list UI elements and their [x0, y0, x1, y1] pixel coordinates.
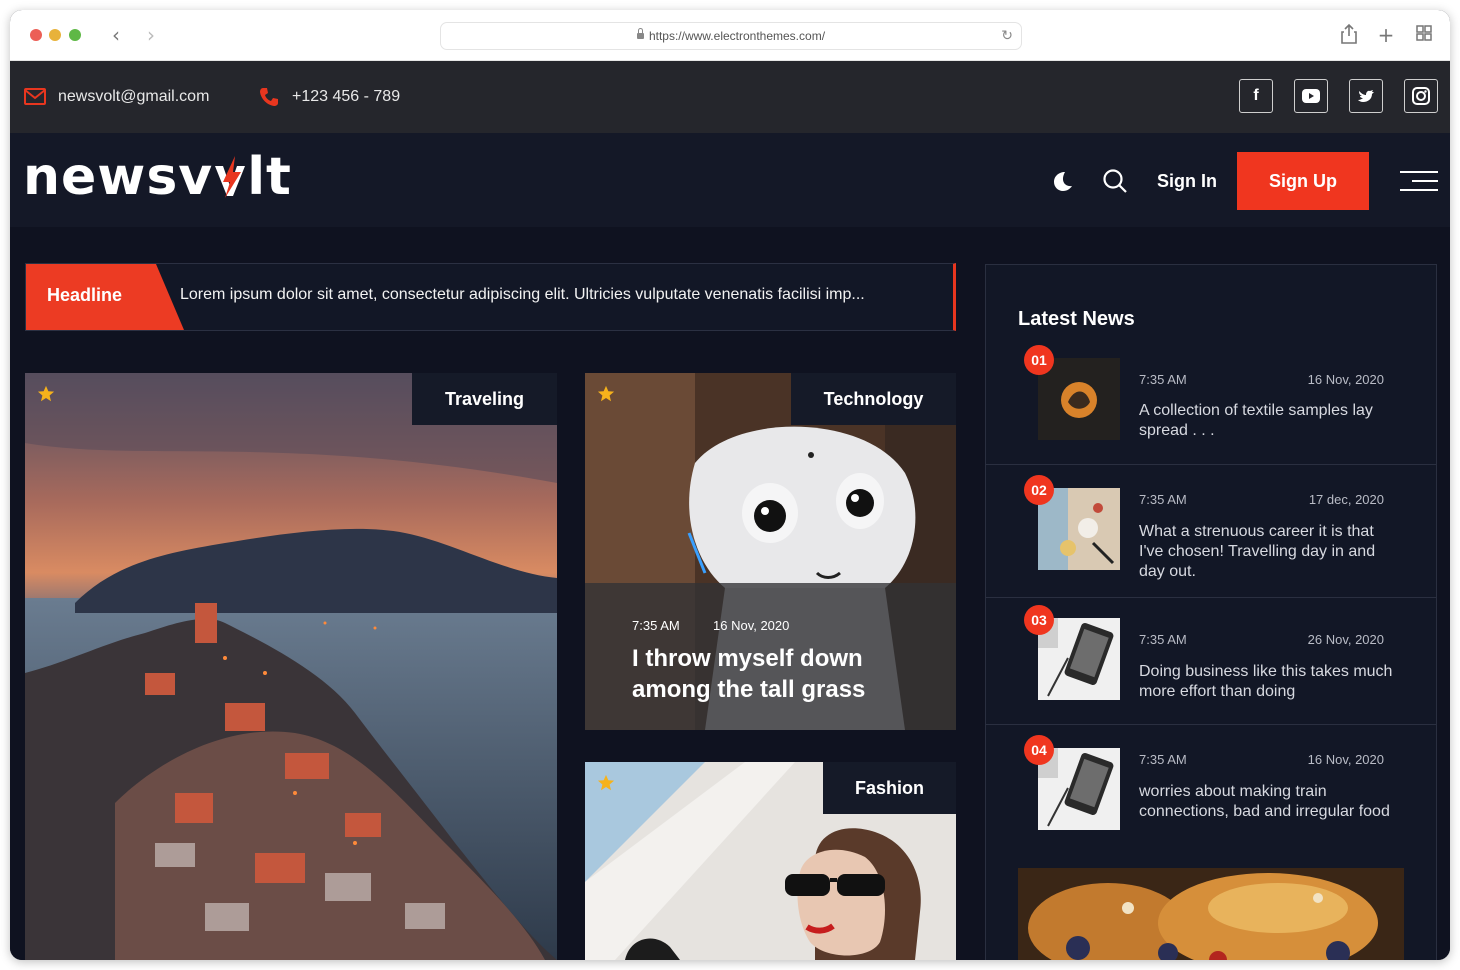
news-date: 16 Nov, 2020 [1307, 752, 1384, 767]
search-icon[interactable] [1102, 168, 1128, 194]
category-label[interactable]: Traveling [412, 373, 557, 425]
site-logo[interactable]: newsv lt [23, 147, 292, 207]
news-number: 01 [1024, 345, 1054, 375]
news-date: 16 Nov, 2020 [1307, 372, 1384, 387]
phone-icon [260, 88, 278, 106]
minimize-window-button[interactable] [49, 29, 61, 41]
news-number: 02 [1024, 475, 1054, 505]
email-contact[interactable]: newsvolt@gmail.com [24, 85, 244, 109]
url-text: https://www.electronthemes.com/ [648, 29, 826, 43]
news-title[interactable]: worries about making train connections, … [1139, 782, 1394, 822]
headline-tag: Headline [26, 264, 184, 330]
news-thumbnail [1038, 358, 1120, 440]
logo-bolt [213, 147, 247, 207]
back-arrow-icon[interactable]: ‹ [104, 22, 128, 48]
news-item-3[interactable]: 03 7:35 AM 26 Nov, 2020 Doing business l… [986, 598, 1436, 725]
instagram-icon[interactable] [1404, 79, 1438, 113]
traveling-image [25, 373, 557, 960]
twitter-icon[interactable] [1349, 79, 1383, 113]
news-thumbnail [1038, 488, 1120, 570]
news-item-2[interactable]: 02 7:35 AM 17 dec, 2020 What a strenuous… [986, 465, 1436, 598]
news-thumbnail [1038, 748, 1120, 830]
browser-window: ‹ › https://www.electronthemes.com/ ↻ + … [10, 10, 1450, 960]
news-time: 7:35 AM [1139, 372, 1187, 387]
news-title[interactable]: Doing business like this takes much more… [1139, 662, 1394, 702]
sidebar-title: Latest News [1018, 308, 1135, 330]
news-time: 7:35 AM [1139, 632, 1187, 647]
headline-text[interactable]: Lorem ipsum dolor sit amet, consectetur … [180, 286, 865, 304]
maximize-window-button[interactable] [69, 29, 81, 41]
news-time: 7:35 AM [1139, 752, 1187, 767]
post-title[interactable]: I throw myself down among the tall grass [632, 643, 865, 705]
news-date: 17 dec, 2020 [1308, 492, 1384, 507]
category-label[interactable]: Fashion [823, 762, 956, 814]
star-icon[interactable] [597, 385, 615, 403]
menu-icon[interactable] [1400, 169, 1438, 193]
contact-bar: newsvolt@gmail.com +123 456 - 789 f [10, 61, 1450, 133]
news-item-1[interactable]: 01 7:35 AM 16 Nov, 2020 A collection of … [986, 345, 1436, 465]
sign-up-button[interactable]: Sign Up [1237, 152, 1369, 210]
star-icon[interactable] [37, 385, 55, 403]
category-label[interactable]: Technology [791, 373, 956, 425]
email-text: newsvolt@gmail.com [58, 88, 210, 105]
close-window-button[interactable] [30, 29, 42, 41]
post-time: 7:35 AM [632, 618, 680, 633]
news-item-4[interactable]: 04 7:35 AM 16 Nov, 2020 worries about ma… [986, 725, 1436, 855]
address-bar[interactable]: https://www.electronthemes.com/ ↻ [440, 22, 1022, 50]
latest-news-sidebar: Latest News 01 7:35 AM 16 Nov, 2020 A co… [985, 264, 1437, 960]
forward-arrow-icon[interactable]: › [139, 22, 163, 48]
technology-card[interactable]: Technology 7:35 AM 16 Nov, 2020 I throw … [585, 373, 956, 730]
site-header: newsv lt Sign In Sign Up [10, 133, 1450, 227]
news-date: 26 Nov, 2020 [1307, 632, 1384, 647]
main-content: Headline Lorem ipsum dolor sit amet, con… [10, 227, 1450, 960]
news-title[interactable]: A collection of textile samples lay spre… [1139, 401, 1394, 441]
news-number: 04 [1024, 735, 1054, 765]
phone-contact[interactable]: +123 456 - 789 [258, 85, 438, 109]
reload-icon[interactable]: ↻ [1001, 23, 1013, 49]
facebook-icon[interactable]: f [1239, 79, 1273, 113]
news-thumbnail [1038, 618, 1120, 700]
tab-overview-icon[interactable] [1412, 23, 1436, 47]
news-time: 7:35 AM [1139, 492, 1187, 507]
browser-toolbar: ‹ › https://www.electronthemes.com/ ↻ + [10, 10, 1450, 61]
phone-text: +123 456 - 789 [292, 88, 401, 105]
featured-food-image[interactable] [1018, 868, 1404, 960]
sign-in-link[interactable]: Sign In [1157, 168, 1217, 194]
lock-icon [636, 28, 644, 39]
dark-mode-toggle-icon[interactable] [1050, 169, 1074, 193]
new-tab-icon[interactable]: + [1374, 23, 1398, 47]
email-icon [24, 88, 46, 105]
headline-ticker: Headline Lorem ipsum dolor sit amet, con… [25, 263, 956, 331]
youtube-icon[interactable] [1294, 79, 1328, 113]
news-title[interactable]: What a strenuous career it is that I've … [1139, 522, 1394, 582]
post-date: 16 Nov, 2020 [713, 618, 790, 633]
star-icon[interactable] [597, 774, 615, 792]
fashion-card[interactable]: Fashion [585, 762, 956, 960]
news-number: 03 [1024, 605, 1054, 635]
traveling-card[interactable]: Traveling [25, 373, 557, 960]
share-icon[interactable] [1337, 23, 1361, 47]
